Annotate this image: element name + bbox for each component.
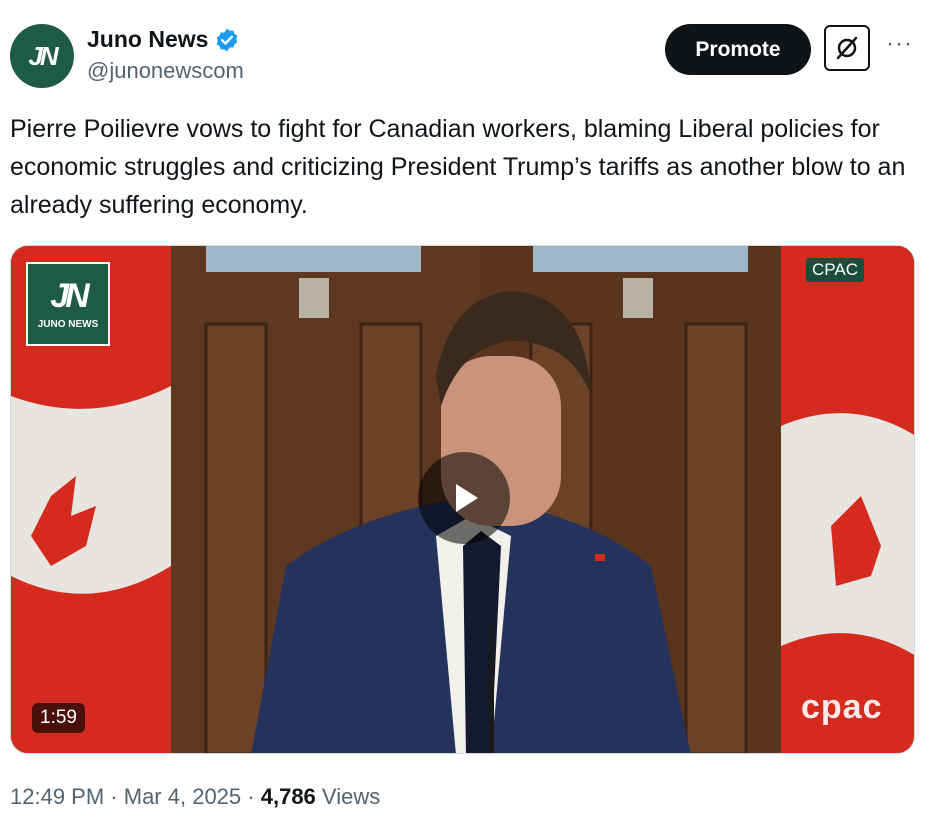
- views-label: Views: [321, 784, 381, 809]
- account-avatar[interactable]: JN: [10, 24, 74, 88]
- video-player[interactable]: JN JUNO NEWS CPAC cpac 1:59: [10, 245, 915, 754]
- verified-badge-icon: [217, 28, 238, 51]
- juno-watermark-mark: JN: [50, 276, 90, 315]
- grok-button[interactable]: [824, 25, 870, 71]
- juno-watermark-text: JUNO NEWS: [37, 318, 99, 330]
- cpac-logo-bottom: cpac: [801, 688, 883, 726]
- meta-separator: ·: [110, 784, 118, 809]
- play-icon: [456, 484, 478, 512]
- more-options-icon[interactable]: ···: [886, 30, 913, 58]
- cpac-bug-top: CPAC: [806, 258, 864, 282]
- tweet-text: Pierre Poilievre vows to fight for Canad…: [10, 115, 906, 219]
- account-handle[interactable]: @junonewscom: [87, 58, 244, 84]
- grok-icon: [836, 36, 858, 60]
- video-duration: 1:59: [32, 703, 85, 733]
- tweet-meta: 12:49 PM · Mar 4, 2025 · 4,786 Views: [10, 784, 380, 810]
- promote-button[interactable]: Promote: [665, 24, 811, 75]
- meta-separator: ·: [247, 784, 255, 809]
- account-name[interactable]: Juno News: [87, 26, 208, 53]
- juno-news-watermark: JN JUNO NEWS: [26, 262, 110, 346]
- avatar-logo-text: JN: [28, 40, 58, 71]
- tweet-time[interactable]: 12:49 PM: [10, 784, 104, 809]
- play-button[interactable]: [418, 452, 510, 544]
- account-name-row: Juno News: [87, 26, 240, 53]
- views-count: 4,786: [260, 784, 316, 809]
- tweet-date[interactable]: Mar 4, 2025: [124, 784, 241, 809]
